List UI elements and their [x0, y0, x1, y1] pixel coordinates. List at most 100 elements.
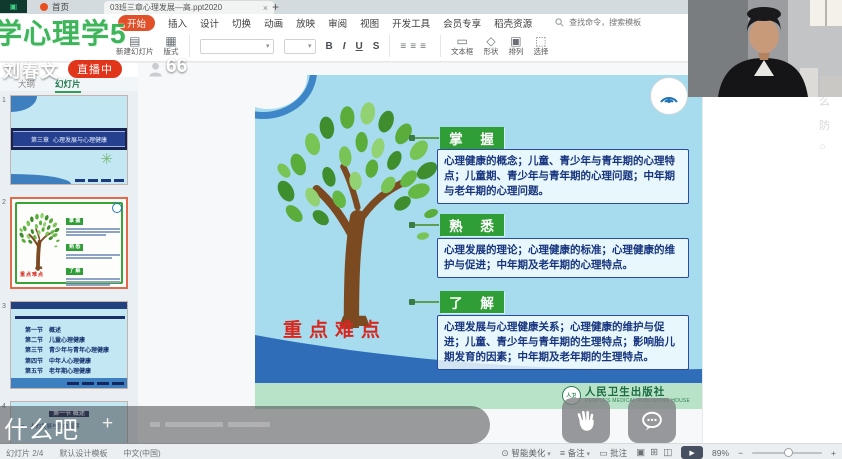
course-badge-icon — [650, 77, 688, 115]
play-slideshow-button[interactable]: ▶ — [681, 446, 703, 459]
font-size-select[interactable]: ▾ — [284, 39, 316, 54]
search-icon — [555, 18, 564, 27]
normal-view-icon[interactable]: ▣ — [636, 447, 645, 458]
slide-canvas[interactable]: 重点难点 掌 握 心理健康的概念；儿童、青少年与青年期的心理特点；儿童期、青少年… — [255, 75, 702, 409]
menu-item-member[interactable]: 会员专享 — [443, 16, 481, 30]
zoom-in-button[interactable]: + — [831, 448, 836, 458]
toolbar-divider — [440, 35, 441, 57]
comments-button[interactable]: ▭ 批注 — [599, 447, 627, 459]
thumb-decor — [11, 174, 71, 184]
add-icon[interactable]: + — [102, 413, 113, 435]
section-text-understand[interactable]: 心理发展与心理健康关系；心理健康的维护与促进；儿童、青少年与青年期的生理特点；影… — [437, 315, 689, 370]
streamer-name: 刘春文 — [3, 57, 60, 82]
chat-input-bar[interactable]: 什么吧 + — [0, 406, 490, 444]
thumb-decor — [15, 316, 125, 319]
menu-item-transition[interactable]: 切换 — [232, 16, 251, 30]
align-buttons[interactable]: ≡≡≡ — [400, 41, 430, 52]
menu-item-devtools[interactable]: 开发工具 — [392, 16, 430, 30]
thumb-nav-dashes — [75, 179, 124, 182]
textbox-button[interactable]: ▭ 文本框 — [451, 35, 474, 56]
reading-view-icon[interactable]: ◫ — [663, 447, 672, 458]
section-label-grasp[interactable]: 掌 握 — [440, 127, 504, 149]
zoom-out-button[interactable]: − — [738, 448, 743, 458]
webcam-video[interactable] — [688, 0, 842, 97]
publisher-name: 人民卫生出版社 — [585, 387, 690, 399]
thumb2-caption: 重点难点 — [20, 271, 44, 278]
search-input[interactable] — [567, 17, 657, 28]
menu-item-animation[interactable]: 动画 — [264, 16, 283, 30]
blurred-hint-text — [150, 422, 270, 427]
shape-button[interactable]: ◇ 形状 — [483, 35, 498, 56]
font-family-select[interactable]: ▾ — [200, 39, 274, 54]
screen: ▣ 首页 03班三章心理发展—高.ppt2020 × + 开始 插入 设计 切换… — [0, 0, 842, 459]
section-text-grasp[interactable]: 心理健康的概念；儿童、青少年与青年期的心理特点；儿童期、青少年与青年期的心理问题… — [437, 149, 689, 204]
flower-icon: ✳ — [100, 150, 113, 168]
toc-item: 第一节 概述 — [25, 326, 109, 336]
strike-button[interactable]: S — [373, 41, 380, 52]
toc-item: 第五节 老年期心理健康 — [25, 367, 109, 377]
menu-item-insert[interactable]: 插入 — [168, 16, 187, 30]
menu-item-design[interactable]: 设计 — [200, 16, 219, 30]
chat-bubble-icon — [639, 408, 665, 434]
thumb2-label-3: 了 解 — [66, 268, 83, 275]
slide-thumbnail-panel: 大纲 幻灯片 1 第三章 心理发展与心理健康 ✳ 2 — [0, 77, 138, 444]
chat-button[interactable] — [628, 398, 676, 443]
zoom-level[interactable]: 89% — [712, 448, 729, 458]
sorter-view-icon[interactable]: ⊞ — [650, 447, 658, 458]
thumb-title-banner: 第三章 心理发展与心理健康 — [11, 128, 127, 150]
ghost-text: ○ — [819, 141, 826, 153]
stream-side-panel: 么 防 ○ — [702, 63, 842, 444]
zoom-slider[interactable] — [752, 452, 822, 454]
ghost-text: 防 — [819, 117, 830, 133]
comments-icon: ▭ — [599, 448, 610, 458]
layout-button[interactable]: ▦ 版式 — [164, 35, 179, 56]
viewer-count[interactable]: 66 — [148, 56, 187, 78]
connector-line — [415, 137, 439, 139]
toolbar-divider — [389, 35, 390, 57]
chat-input-text[interactable]: 什么吧 — [4, 410, 79, 445]
menu-item-slideshow[interactable]: 放映 — [296, 16, 315, 30]
close-icon[interactable]: × — [263, 3, 268, 13]
thumb-nav-dashes — [11, 378, 127, 388]
status-slide-number: 幻灯片 2/4 — [6, 448, 43, 459]
beautify-button[interactable]: ⊙ 智能美化 ▾ — [501, 447, 551, 459]
tree-mini-icon — [16, 209, 62, 271]
italic-button[interactable]: I — [343, 41, 346, 52]
slide-number: 2 — [2, 199, 6, 206]
menu-item-review[interactable]: 审阅 — [328, 16, 347, 30]
new-tab-button[interactable]: + — [272, 0, 279, 14]
thumb1-chapter: 第三章 — [31, 135, 49, 144]
menu-item-view[interactable]: 视图 — [360, 16, 379, 30]
section-text-familiar[interactable]: 心理发展的理论；心理健康的标准；心理健康的维护与促进；中年期及老年期的心理特点。 — [437, 238, 689, 278]
slide-thumbnail-2-current[interactable]: 掌 握 熟 悉 了 解 重点难点 — [10, 197, 128, 289]
person-icon — [148, 61, 163, 78]
notes-icon: ≡ — [560, 448, 568, 458]
document-tab-title: 03班三章心理发展—高.ppt2020 — [110, 2, 222, 13]
course-watermark: 学心理学5 — [0, 12, 127, 52]
toc-item: 第四节 中年人心理健康 — [25, 357, 109, 367]
arrange-button[interactable]: ▣ 排列 — [508, 35, 523, 56]
thumb1-title: 心理发展与心理健康 — [53, 135, 107, 144]
thumb-decor — [11, 302, 127, 309]
beautify-icon: ⊙ — [501, 448, 511, 458]
raise-hand-button[interactable] — [562, 398, 610, 443]
menu-item-docer[interactable]: 稻壳资源 — [494, 16, 532, 30]
select-button[interactable]: ⬚ 选择 — [533, 35, 548, 56]
slide-thumbnail-3[interactable]: 第一节 概述 第二节 儿童心理健康 第三节 青少年与青年心理健康 第四节 中年人… — [10, 301, 128, 389]
underline-button[interactable]: U — [356, 41, 363, 52]
status-language: 中文(中国) — [123, 448, 160, 459]
toc-item: 第三节 青少年与青年心理健康 — [25, 346, 109, 356]
bold-button[interactable]: B — [326, 41, 333, 52]
command-search[interactable] — [555, 17, 657, 28]
toc-item: 第二节 儿童心理健康 — [25, 336, 109, 346]
zoom-slider-knob[interactable] — [784, 448, 793, 457]
hand-wave-icon — [573, 408, 599, 434]
thumb-decor — [11, 96, 37, 112]
notes-button[interactable]: ≡ 备注 ▾ — [560, 447, 590, 459]
thumb2-label-2: 熟 悉 — [66, 244, 83, 251]
slide-thumbnail-1[interactable]: 第三章 心理发展与心理健康 ✳ — [10, 95, 128, 185]
section-label-familiar[interactable]: 熟 悉 — [440, 214, 504, 236]
status-bar: 幻灯片 2/4 默认设计模板 中文(中国) ⊙ 智能美化 ▾ ≡ 备注 ▾ ▭ … — [0, 443, 842, 459]
tab-document[interactable]: 03班三章心理发展—高.ppt2020 × — [104, 1, 274, 14]
slide-number: 1 — [2, 97, 6, 104]
